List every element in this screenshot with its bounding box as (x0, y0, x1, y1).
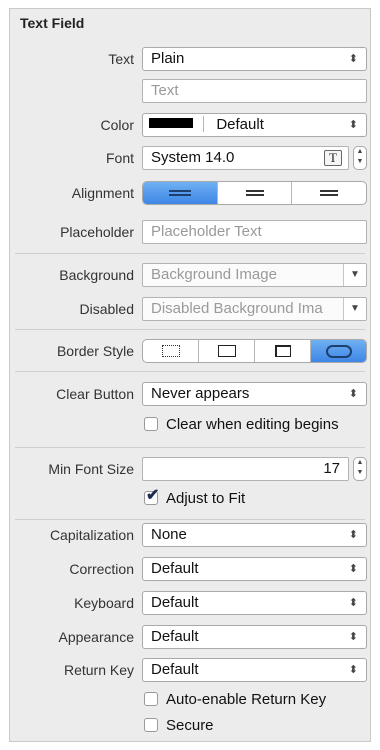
secure-label: Secure (166, 717, 214, 734)
placeholder-field[interactable]: Placeholder Text (142, 220, 367, 244)
appearance-value: Default (151, 628, 199, 645)
font-size-stepper[interactable]: ▲ ▼ (353, 146, 367, 170)
adjust-to-fit-checkbox[interactable]: ✔ (144, 487, 159, 505)
up-down-arrows-icon: ⬍ (348, 529, 358, 541)
clear-button-label: Clear Button (56, 386, 134, 402)
correction-popup[interactable]: Default ⬍ (142, 557, 367, 581)
min-font-size-stepper[interactable]: ▲ ▼ (353, 457, 367, 481)
up-down-arrows-icon: ⬍ (348, 597, 358, 609)
triangle-down-icon[interactable]: ▼ (343, 264, 366, 286)
clear-when-editing-label: Clear when editing begins (166, 416, 339, 433)
up-down-arrows-icon: ⬍ (348, 631, 358, 643)
clear-button-value: Never appears (151, 385, 250, 402)
font-label: Font (105, 150, 134, 166)
auto-enable-return-key-row[interactable]: Auto-enable Return Key (144, 691, 326, 709)
clear-when-editing-checkbox[interactable] (144, 417, 158, 431)
font-value: System 14.0 (151, 149, 235, 166)
border-rounded-segment[interactable] (310, 340, 366, 362)
disabled-background-combo[interactable]: Disabled Background Ima ▼ (142, 297, 367, 321)
up-down-arrows-icon: ⬍ (348, 53, 358, 65)
up-down-arrows-icon: ⬍ (348, 388, 358, 400)
placeholder-label: Placeholder (60, 224, 134, 240)
border-none-icon (161, 345, 180, 357)
up-down-arrows-icon: ⬍ (348, 563, 358, 575)
disabled-background-placeholder: Disabled Background Ima (151, 300, 323, 317)
align-right-segment[interactable] (291, 182, 366, 204)
align-center-segment[interactable] (216, 182, 292, 204)
background-label: Background (59, 267, 134, 283)
background-image-combo[interactable]: Background Image ▼ (142, 263, 367, 287)
color-divider (203, 116, 205, 132)
alignment-segmented-control (142, 181, 367, 205)
border-style-segmented-control (142, 339, 367, 363)
secure-checkbox[interactable] (144, 718, 158, 732)
align-center-icon (245, 190, 264, 196)
adjust-to-fit-label: Adjust to Fit (166, 490, 246, 507)
auto-enable-return-key-label: Auto-enable Return Key (166, 691, 327, 708)
min-font-size-label: Min Font Size (48, 461, 134, 477)
text-value-placeholder: Text (151, 82, 179, 99)
capitalization-popup[interactable]: None ⬍ (142, 523, 367, 547)
disabled-label: Disabled (79, 301, 134, 317)
keyboard-popup[interactable]: Default ⬍ (142, 591, 367, 615)
adjust-to-fit-checkbox-row[interactable]: ✔ Adjust to Fit (144, 487, 246, 508)
checkmark-icon: ✔ (146, 487, 160, 504)
text-type-popup[interactable]: Plain ⬍ (142, 47, 367, 71)
placeholder-value-placeholder: Placeholder Text (151, 223, 262, 240)
appearance-label: Appearance (58, 629, 134, 645)
min-font-size-field[interactable]: 17 (142, 457, 349, 481)
section-title: Text Field (20, 15, 85, 31)
alignment-label: Alignment (71, 185, 134, 201)
divider (15, 447, 365, 448)
attributes-inspector-panel: Text Field Text Plain ⬍ Text Color Defau… (9, 8, 371, 742)
min-font-size-value: 17 (323, 460, 340, 477)
border-line-icon (217, 345, 236, 357)
up-down-arrows-icon: ⬍ (348, 664, 358, 676)
capitalization-value: None (151, 526, 187, 543)
divider (15, 329, 365, 330)
appearance-popup[interactable]: Default ⬍ (142, 625, 367, 649)
divider (15, 253, 365, 254)
border-rounded-icon (325, 344, 352, 358)
text-label: Text (108, 51, 134, 67)
clear-when-editing-checkbox-row[interactable]: Clear when editing begins (144, 416, 339, 434)
keyboard-label: Keyboard (74, 595, 134, 611)
text-value-field[interactable]: Text (142, 79, 367, 103)
divider (15, 519, 365, 520)
divider (15, 371, 365, 372)
font-field[interactable]: System 14.0 T (142, 146, 349, 170)
auto-enable-return-key-checkbox[interactable] (144, 692, 158, 706)
color-value: Default (216, 116, 264, 133)
border-bezel-segment[interactable] (254, 340, 310, 362)
font-picker-icon[interactable]: T (324, 150, 342, 166)
correction-value: Default (151, 560, 199, 577)
align-right-icon (320, 190, 339, 196)
color-label: Color (100, 117, 134, 133)
keyboard-value: Default (151, 594, 199, 611)
secure-row[interactable]: Secure (144, 717, 214, 735)
color-swatch (149, 118, 193, 128)
align-left-icon (168, 190, 191, 196)
clear-button-popup[interactable]: Never appears ⬍ (142, 382, 367, 406)
border-line-segment[interactable] (198, 340, 254, 362)
return-key-popup[interactable]: Default ⬍ (142, 658, 367, 682)
return-key-label: Return Key (63, 662, 134, 678)
up-down-arrows-icon: ⬍ (348, 119, 358, 131)
capitalization-label: Capitalization (49, 527, 134, 543)
align-left-segment[interactable] (143, 182, 217, 204)
border-bezel-icon (274, 345, 291, 357)
background-placeholder: Background Image (151, 266, 277, 283)
correction-label: Correction (69, 561, 134, 577)
text-type-value: Plain (151, 50, 185, 67)
border-none-segment[interactable] (143, 340, 198, 362)
border-style-label: Border Style (56, 343, 134, 359)
color-popup[interactable]: Default ⬍ (142, 113, 367, 137)
triangle-down-icon[interactable]: ▼ (343, 298, 366, 320)
return-key-value: Default (151, 661, 199, 678)
